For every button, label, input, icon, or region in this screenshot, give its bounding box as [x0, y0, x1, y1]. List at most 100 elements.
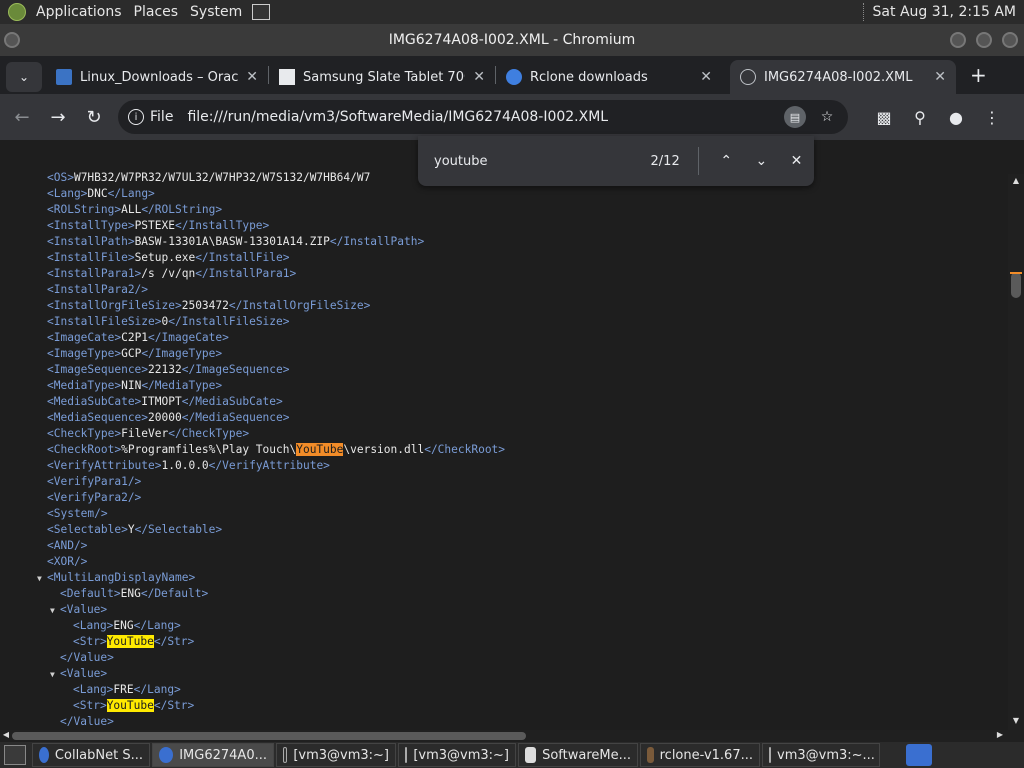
find-in-page-icon[interactable]: ▤ [784, 106, 806, 128]
xml-tag: <Str> [73, 635, 107, 648]
xml-tag: <MediaSequence> [47, 411, 149, 424]
xml-line: <MediaSubCate>ITMOPT</MediaSubCate> [47, 394, 283, 410]
xml-text: /s /v/qn [141, 267, 196, 280]
xml-tag: <Selectable> [47, 523, 128, 536]
xml-text: BASW-13301A\BASW-13301A14.ZIP [134, 235, 330, 248]
vertical-scroll-thumb[interactable] [1011, 272, 1021, 298]
close-tab-icon[interactable]: ✕ [700, 69, 712, 85]
applications-logo-icon[interactable] [8, 3, 26, 21]
show-desktop-icon[interactable] [4, 745, 26, 765]
tab-img6274a08-xml[interactable]: IMG6274A08-I002.XML ✕ [730, 60, 956, 94]
find-previous-chevron-up-icon[interactable]: ⌃ [709, 153, 744, 169]
taskbar-item-label: SoftwareMe... [542, 747, 631, 763]
window-menu-icon[interactable] [4, 32, 20, 48]
taskbar-item[interactable]: IMG6274A0... [152, 743, 274, 767]
system-top-panel: Applications Places System Sat Aug 31, 2… [0, 0, 1024, 24]
new-tab-plus-icon[interactable]: + [970, 63, 987, 87]
xml-text: 2503472 [181, 299, 229, 312]
find-close-icon[interactable]: ✕ [779, 153, 814, 169]
xml-tag: <Value> [60, 667, 108, 680]
menu-places[interactable]: Places [128, 4, 185, 20]
xml-tag: </Str> [153, 699, 195, 712]
tray-chrome-icon[interactable] [906, 744, 932, 766]
menu-applications[interactable]: Applications [30, 4, 128, 20]
xml-tag: <ImageCate> [47, 331, 122, 344]
xml-text: ALL [121, 203, 142, 216]
close-tab-icon[interactable]: ✕ [473, 69, 485, 85]
xml-line: <Lang>FRE</Lang> [73, 682, 181, 698]
xml-tag: <VerifyPara2/> [47, 491, 142, 504]
xml-tag: <InstallFile> [47, 251, 135, 264]
bookmark-star-icon[interactable]: ☆ [816, 106, 838, 128]
window-titlebar[interactable]: IMG6274A08-I002.XML - Chromium [0, 24, 1024, 56]
xml-line: <InstallOrgFileSize>2503472</InstallOrgF… [47, 298, 370, 314]
file-chip-label: File [150, 109, 174, 125]
terminal-launcher-icon[interactable] [252, 4, 271, 20]
address-bar[interactable]: i File file:///run/media/vm3/SoftwareMed… [118, 100, 848, 134]
site-info-chip[interactable]: i File [128, 109, 187, 125]
taskbar-item[interactable]: CollabNet S... [32, 743, 150, 767]
xml-text: 20000 [148, 411, 182, 424]
fold-toggle-icon[interactable]: ▼ [50, 606, 55, 615]
find-next-chevron-down-icon[interactable]: ⌄ [744, 153, 779, 169]
taskbar-item[interactable]: rclone-v1.67... [640, 743, 760, 767]
xml-tag: </Selectable> [134, 523, 223, 536]
xml-document-view[interactable]: <OS>W7HB32/W7PR32/W7UL32/W7HP32/W7S132/W… [0, 140, 1008, 730]
xml-line: <OS>W7HB32/W7PR32/W7UL32/W7HP32/W7S132/W… [47, 170, 370, 186]
vertical-scrollbar[interactable]: ▲ ▼ [1008, 174, 1024, 730]
scroll-up-arrow-icon[interactable]: ▲ [1008, 176, 1024, 188]
forward-arrow-icon[interactable]: → [40, 99, 76, 135]
xml-line: <InstallFile>Setup.exe</InstallFile> [47, 250, 289, 266]
reload-icon[interactable]: ↻ [76, 99, 112, 135]
extensions-puzzle-icon[interactable]: ▩ [866, 99, 902, 135]
fold-toggle-icon[interactable]: ▼ [37, 574, 42, 583]
taskbar-item-label: CollabNet S... [54, 747, 143, 763]
fold-toggle-icon[interactable]: ▼ [50, 670, 55, 679]
xml-line: <XOR/> [47, 554, 87, 570]
back-arrow-icon[interactable]: ← [4, 99, 40, 135]
clock[interactable]: Sat Aug 31, 2:15 AM [873, 4, 1016, 20]
minimize-icon[interactable] [950, 32, 966, 48]
find-match-highlight: YouTube [106, 635, 154, 648]
find-input[interactable]: youtube [434, 154, 629, 169]
bottom-taskbar: CollabNet S... IMG6274A0... [vm3@vm3:~] … [0, 742, 1024, 768]
xml-tag: </InstallPara1> [195, 267, 297, 280]
horizontal-scroll-thumb[interactable] [12, 732, 526, 740]
xml-line: <Lang>ENG</Lang> [73, 618, 181, 634]
scroll-right-arrow-icon[interactable]: ▶ [994, 730, 1006, 742]
more-menu-icon[interactable]: ⋮ [974, 99, 1010, 135]
browser-toolbar: ← → ↻ i File file:///run/media/vm3/Softw… [0, 94, 1024, 140]
xml-tag: <Lang> [73, 683, 114, 696]
tab-linux-downloads[interactable]: Linux_Downloads – Oracle ✕ [46, 60, 268, 94]
xml-tag: </Lang> [107, 187, 155, 200]
tab-rclone-downloads[interactable]: Rclone downloads ✕ [496, 60, 722, 94]
taskbar-item[interactable]: [vm3@vm3:~] [276, 743, 396, 767]
xml-text: 22132 [148, 363, 182, 376]
labs-flask-icon[interactable]: ⚲ [902, 99, 938, 135]
xml-tag: <System/> [47, 507, 108, 520]
close-window-icon[interactable] [1002, 32, 1018, 48]
xml-tag: <OS> [47, 171, 74, 184]
close-tab-icon[interactable]: ✕ [246, 69, 258, 85]
scroll-down-arrow-icon[interactable]: ▼ [1008, 716, 1024, 728]
close-tab-icon[interactable]: ✕ [934, 69, 946, 85]
url-text[interactable]: file:///run/media/vm3/SoftwareMedia/IMG6… [187, 109, 784, 125]
xml-line: <System/> [47, 506, 108, 522]
xml-tag: <ImageSequence> [47, 363, 149, 376]
horizontal-scrollbar[interactable]: ◀ ▶ [0, 730, 1008, 742]
xml-text: Setup.exe [134, 251, 196, 264]
xml-text: PSTEXE [134, 219, 175, 232]
taskbar-item[interactable]: vm3@vm3:~... [762, 743, 880, 767]
xml-tag: </ImageType> [141, 347, 223, 360]
tab-title: Rclone downloads [530, 69, 648, 85]
xml-tag: </InstallFile> [195, 251, 290, 264]
tab-search-chevron-icon[interactable]: ⌄ [6, 62, 42, 92]
profile-avatar-icon[interactable]: ● [938, 99, 974, 135]
scroll-left-arrow-icon[interactable]: ◀ [0, 730, 12, 742]
maximize-icon[interactable] [976, 32, 992, 48]
tab-samsung-slate[interactable]: Samsung Slate Tablet 700 ✕ [269, 60, 495, 94]
xml-line: <MultiLangDisplayName> [47, 570, 195, 586]
taskbar-item[interactable]: [vm3@vm3:~] [398, 743, 516, 767]
menu-system[interactable]: System [184, 4, 248, 20]
taskbar-item[interactable]: SoftwareMe... [518, 743, 638, 767]
